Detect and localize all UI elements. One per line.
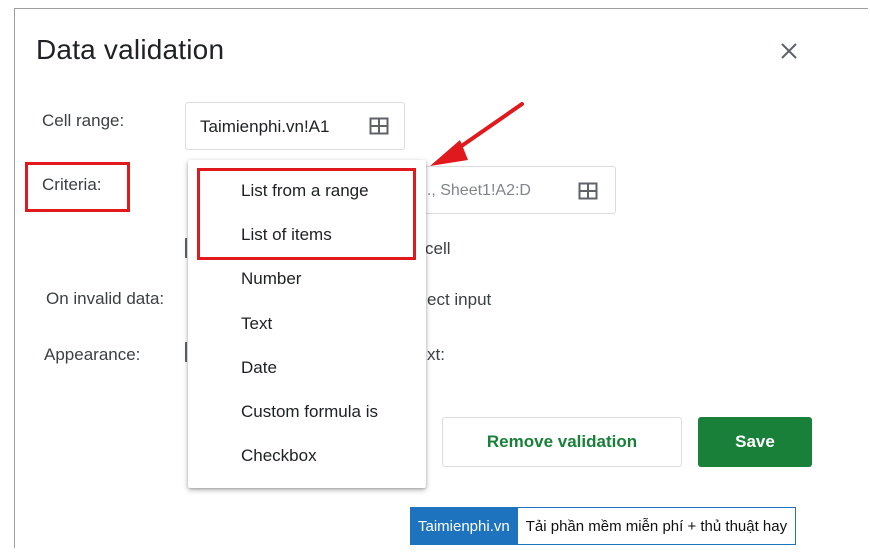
- watermark-banner: Taimienphi.vn Tải phần mềm miễn phí + th…: [410, 507, 797, 545]
- appearance-label: Appearance:: [44, 345, 141, 364]
- menu-item-number[interactable]: Number: [241, 269, 301, 289]
- menu-item-text[interactable]: Text: [241, 314, 272, 334]
- grid-icon[interactable]: [369, 117, 389, 135]
- grid-icon[interactable]: [578, 182, 598, 200]
- cell-range-input[interactable]: Taimienphi.vn!A1: [185, 102, 405, 150]
- criteria-range-placeholder: g., Sheet1!A2:D: [418, 182, 531, 199]
- list-options-highlight: [197, 168, 416, 260]
- checkbox-edge: [185, 342, 187, 362]
- on-invalid-data-label: On invalid data:: [46, 289, 165, 308]
- help-text-partial: xt:: [427, 345, 445, 364]
- checkbox-edge: [185, 238, 187, 258]
- menu-item-checkbox[interactable]: Checkbox: [241, 446, 317, 466]
- close-icon[interactable]: [776, 38, 802, 64]
- menu-item-custom-formula[interactable]: Custom formula is: [241, 402, 378, 422]
- watermark-brand: Taimienphi.vn: [410, 507, 518, 545]
- save-button[interactable]: Save: [698, 417, 812, 467]
- watermark-tagline: Tải phần mềm miễn phí + thủ thuật hay: [517, 507, 797, 545]
- menu-item-date[interactable]: Date: [241, 358, 277, 378]
- reject-input-partial: ect input: [427, 290, 492, 309]
- cell-range-value: Taimienphi.vn!A1: [200, 117, 330, 136]
- help-text-partial: cell: [425, 239, 451, 258]
- red-arrow: [430, 102, 524, 166]
- cell-range-label: Cell range:: [42, 111, 125, 130]
- criteria-highlight: [25, 162, 130, 212]
- dialog-frame: [14, 8, 868, 548]
- remove-validation-button[interactable]: Remove validation: [442, 417, 682, 467]
- dialog-title: Data validation: [36, 34, 225, 65]
